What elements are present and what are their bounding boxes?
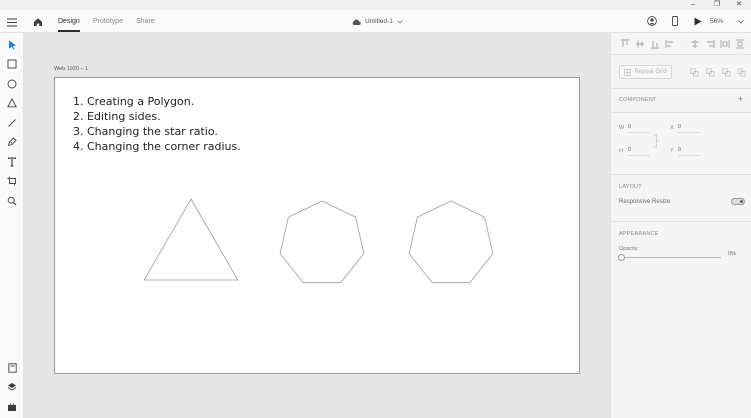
align-center-icon[interactable] [690, 39, 700, 49]
title-bar: ‒ ❐ ✕ [0, 0, 751, 10]
heptagon-shape[interactable] [279, 199, 370, 287]
assets-panel-button[interactable] [4, 360, 20, 376]
line-icon [8, 119, 16, 127]
align-middle-icon[interactable] [635, 39, 645, 49]
y-input[interactable]: 0 [678, 147, 700, 156]
document-name-dropdown[interactable]: Untitled-1 [352, 10, 403, 33]
responsive-resize-toggle[interactable] [731, 198, 745, 205]
grid-icon [624, 68, 632, 76]
x-input[interactable]: 0 [678, 124, 700, 133]
device-preview-icon[interactable] [670, 15, 680, 27]
align-right-icon[interactable] [705, 39, 715, 49]
app-bar: Design Prototype Share Untitled-1 56% [0, 10, 751, 33]
divider [611, 221, 751, 222]
align-top-icon[interactable] [620, 39, 630, 49]
text-icon [7, 157, 17, 167]
component-section-title: COMPONENT [619, 97, 657, 103]
play-preview-icon[interactable] [692, 15, 704, 27]
chevron-down-icon [738, 19, 744, 24]
artboard-name[interactable]: Web 1920 – 1 [54, 66, 88, 72]
width-input[interactable]: 0 [628, 124, 650, 133]
select-tool[interactable] [4, 37, 20, 53]
property-inspector: Repeat Grid COMPONENT + W 0 X 0 H 0 Y 0 … [610, 33, 751, 418]
tools-panel [0, 33, 24, 418]
plugins-icon [8, 403, 16, 411]
artboard-tool[interactable] [4, 173, 20, 189]
hamburger-menu-icon[interactable] [6, 16, 18, 28]
y-label: Y [670, 148, 674, 154]
divider [611, 174, 751, 175]
distribute-horizontal-icon[interactable] [720, 39, 730, 49]
appearance-section-title: APPEARANCE [619, 231, 659, 237]
zoom-tool[interactable] [4, 193, 20, 209]
polygon-tool[interactable] [4, 95, 20, 111]
polygon-icon [7, 98, 17, 108]
home-icon[interactable] [31, 15, 44, 28]
cloud-icon [352, 18, 361, 25]
close-button[interactable]: ✕ [730, 0, 748, 10]
layers-icon [7, 383, 17, 391]
line-tool[interactable] [4, 115, 20, 131]
step-line: 3. Changing the star ratio. [73, 125, 218, 138]
user-profile-icon[interactable] [646, 15, 658, 27]
instructions-text[interactable]: 1. Creating a Polygon. 2. Editing sides.… [73, 94, 241, 154]
boolean-subtract-icon[interactable] [706, 68, 715, 77]
repeat-grid-button[interactable]: Repeat Grid [619, 65, 672, 79]
minimize-button[interactable]: ‒ [684, 0, 702, 10]
opacity-value[interactable]: 0% [728, 251, 736, 257]
pen-tool[interactable] [4, 134, 20, 150]
zoom-level: 56% [710, 18, 724, 25]
distribute-vertical-icon[interactable] [735, 39, 745, 49]
artboard-icon [7, 176, 16, 186]
align-bottom-icon[interactable] [650, 39, 660, 49]
ellipse-tool[interactable] [4, 76, 20, 92]
height-input[interactable]: 0 [628, 147, 650, 156]
responsive-resize-label: Responsive Resize [619, 199, 671, 205]
boolean-exclude-icon[interactable] [737, 68, 746, 77]
repeat-grid-label: Repeat Grid [634, 69, 667, 75]
ellipse-icon [7, 79, 17, 89]
step-line: 1. Creating a Polygon. [73, 95, 195, 108]
artboard[interactable]: 1. Creating a Polygon. 2. Editing sides.… [54, 77, 580, 374]
opacity-slider-track[interactable] [621, 257, 721, 258]
layout-section-title: LAYOUT [619, 184, 642, 190]
opacity-slider-thumb[interactable] [618, 254, 625, 261]
divider [611, 88, 751, 89]
add-component-icon[interactable]: + [738, 94, 743, 104]
rectangle-tool[interactable] [4, 56, 20, 72]
plugins-panel-button[interactable] [4, 399, 20, 415]
x-label: X [670, 125, 674, 131]
select-icon [8, 40, 16, 50]
pen-icon [7, 137, 17, 147]
rectangle-icon [7, 59, 17, 69]
zoom-dropdown[interactable]: 56% [710, 10, 744, 33]
zoom-icon [7, 196, 17, 206]
tab-share[interactable]: Share [136, 10, 155, 33]
boolean-add-icon[interactable] [690, 68, 699, 77]
align-left-icon[interactable] [665, 39, 675, 49]
triangle-shape[interactable] [143, 198, 243, 287]
lock-aspect-icon[interactable] [653, 134, 659, 148]
width-label: W [619, 125, 625, 131]
step-line: 4. Changing the corner radius. [73, 140, 241, 153]
boolean-intersect-icon[interactable] [722, 68, 731, 77]
document-name: Untitled-1 [365, 18, 393, 25]
step-line: 2. Editing sides. [73, 110, 161, 123]
divider [611, 112, 751, 113]
heptagon-shape[interactable] [408, 199, 499, 287]
restore-button[interactable]: ❐ [708, 0, 726, 10]
tab-prototype[interactable]: Prototype [93, 10, 123, 33]
chevron-down-icon [397, 19, 403, 24]
align-toolbar [611, 33, 751, 55]
tab-design[interactable]: Design [58, 10, 80, 33]
assets-icon [7, 363, 17, 373]
layers-panel-button[interactable] [4, 379, 20, 395]
height-label: H [619, 148, 623, 154]
text-tool[interactable] [4, 154, 20, 170]
opacity-label: Opacity [619, 246, 638, 252]
